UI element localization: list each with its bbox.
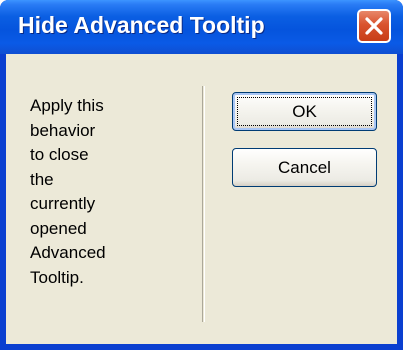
cancel-button[interactable]: Cancel <box>232 148 377 187</box>
window-frame-bottom <box>0 344 403 350</box>
dialog-body: Apply this behavior to close the current… <box>6 54 397 344</box>
close-x-icon <box>365 17 383 35</box>
vertical-divider <box>202 86 205 322</box>
cancel-button-label: Cancel <box>278 158 331 177</box>
ok-button[interactable]: OK <box>232 92 377 131</box>
close-button[interactable] <box>357 9 391 43</box>
window-title: Hide Advanced Tooltip <box>18 12 265 38</box>
title-bar[interactable]: Hide Advanced Tooltip <box>0 0 403 54</box>
behavior-description: Apply this behavior to close the current… <box>30 96 106 287</box>
ok-button-label: OK <box>292 102 317 121</box>
dialog-window: Hide Advanced Tooltip Apply this behavio… <box>0 0 403 350</box>
